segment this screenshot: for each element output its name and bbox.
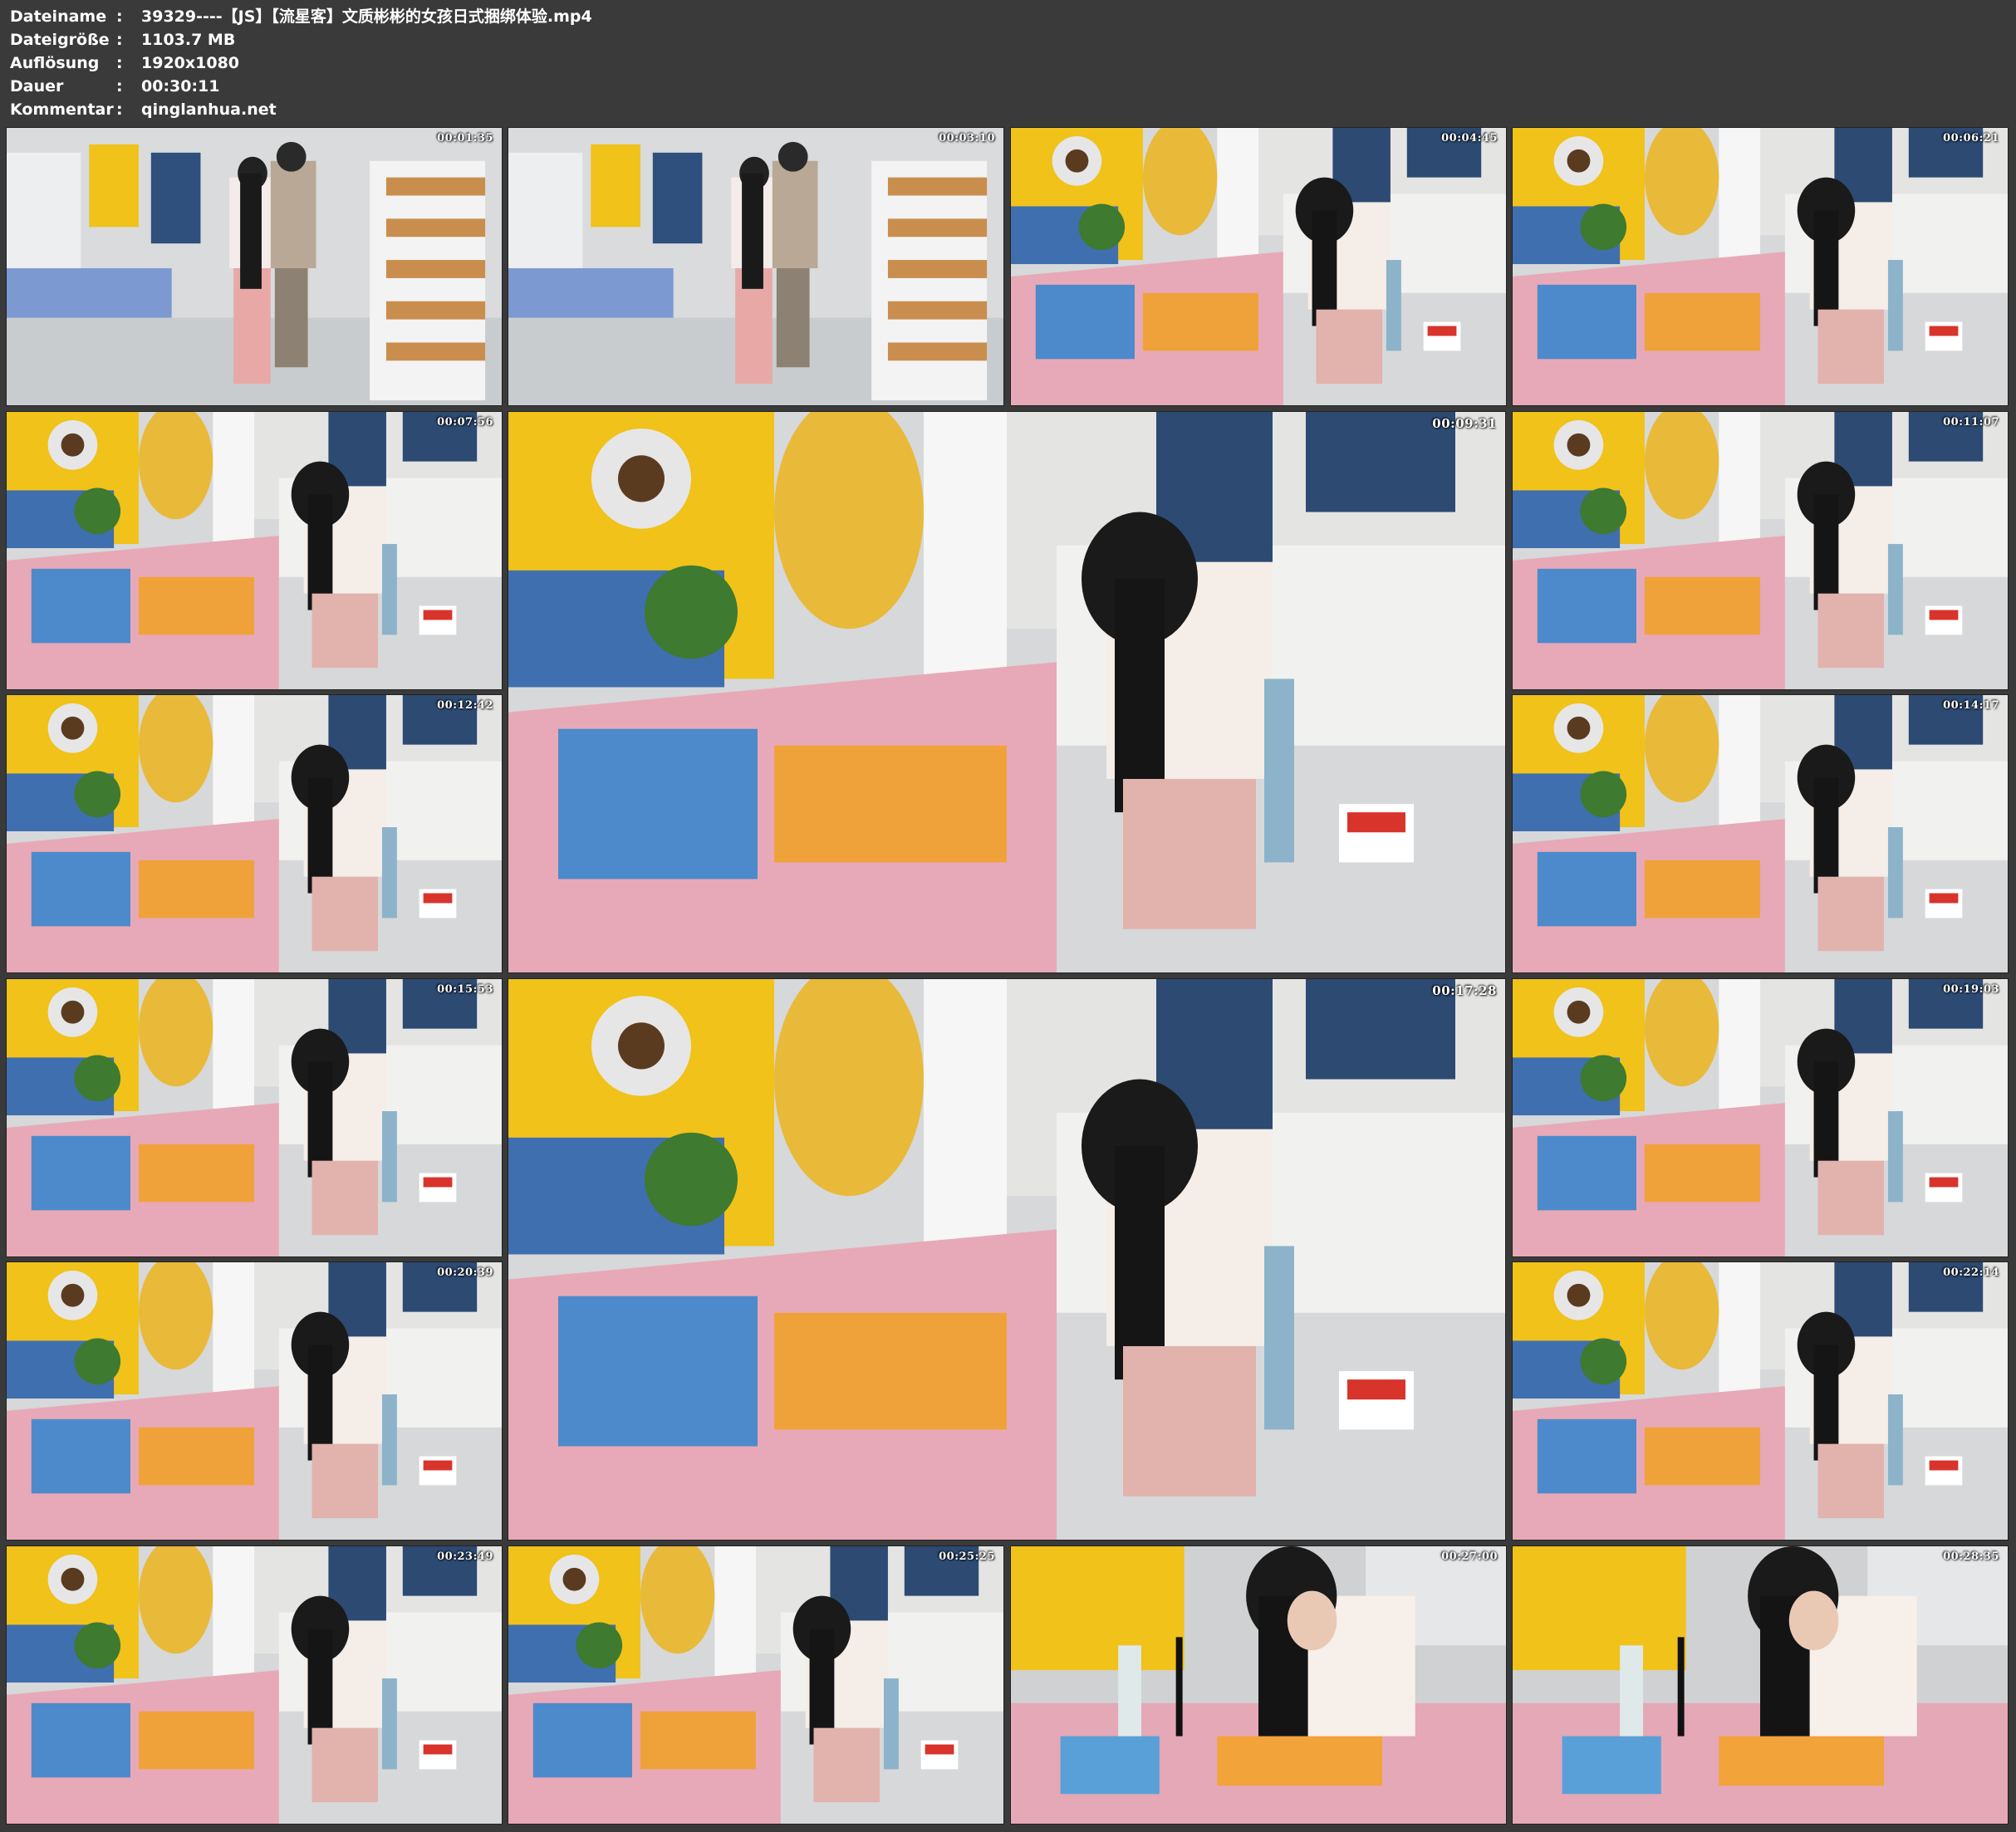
thumbnail-timestamp: 00:28:35 bbox=[1943, 1550, 1999, 1563]
thumbnail-timestamp: 00:15:53 bbox=[437, 983, 493, 996]
thumbnail-frame-image bbox=[7, 1546, 502, 1824]
thumbnail-timestamp: 00:12:42 bbox=[437, 699, 493, 712]
thumbnail-frame-image bbox=[1011, 128, 1506, 405]
thumbnail-timestamp: 00:25:25 bbox=[939, 1550, 995, 1563]
video-thumbnail: 00:07:56 bbox=[6, 411, 503, 690]
video-thumbnail: 00:12:42 bbox=[6, 694, 503, 973]
thumbnail-frame-image bbox=[7, 1262, 502, 1540]
thumbnail-frame-image bbox=[508, 412, 1505, 972]
thumbnail-frame-image bbox=[1513, 412, 2008, 689]
thumbnail-timestamp: 00:04:45 bbox=[1441, 132, 1498, 145]
thumbnail-frame-image bbox=[7, 128, 502, 405]
video-thumbnail: 00:27:00 bbox=[1010, 1545, 1507, 1825]
thumbnail-timestamp: 00:17:28 bbox=[1432, 983, 1497, 998]
thumbnail-timestamp: 00:19:03 bbox=[1943, 983, 1999, 996]
thumbnail-frame-image bbox=[1011, 1546, 1506, 1824]
thumbnail-timestamp: 00:11:07 bbox=[1943, 416, 1999, 429]
thumbnail-timestamp: 00:14:17 bbox=[1943, 699, 1999, 712]
thumbnail-timestamp: 00:07:56 bbox=[437, 416, 493, 429]
thumbnail-timestamp: 00:01:35 bbox=[437, 132, 493, 145]
thumbnail-frame-image bbox=[7, 695, 502, 972]
video-thumbnail: 00:11:07 bbox=[1512, 411, 2009, 690]
video-thumbnail: 00:20:39 bbox=[6, 1261, 503, 1541]
video-thumbnail: 00:03:10 bbox=[508, 127, 1004, 406]
thumbnail-timestamp: 00:06:21 bbox=[1943, 132, 1999, 145]
thumbnail-frame-image bbox=[1513, 979, 2008, 1256]
thumbnail-frame-image bbox=[1513, 695, 2008, 972]
thumbnail-timestamp: 00:22:14 bbox=[1943, 1266, 1999, 1279]
video-thumbnail: 00:17:28 bbox=[508, 978, 1506, 1541]
thumbnail-frame-image bbox=[7, 979, 502, 1256]
thumbnail-frame-image bbox=[1513, 1262, 2008, 1540]
video-thumbnail: 00:23:49 bbox=[6, 1545, 503, 1825]
thumbnail-frame-image bbox=[508, 979, 1505, 1540]
video-thumbnail: 00:01:35 bbox=[6, 127, 503, 406]
video-thumbnail: 00:25:25 bbox=[508, 1545, 1004, 1825]
video-thumbnail: 00:09:31 bbox=[508, 411, 1506, 973]
video-thumbnail: 00:28:35 bbox=[1512, 1545, 2009, 1825]
thumbnail-frame-image bbox=[1513, 1546, 2008, 1824]
thumbnail-timestamp: 00:03:10 bbox=[939, 132, 995, 145]
thumbnail-frame-image bbox=[508, 1546, 1003, 1824]
thumbnail-frame-image bbox=[7, 412, 502, 689]
video-thumbnail: 00:15:53 bbox=[6, 978, 503, 1257]
thumbnail-grid: 00:01:35 00:03:10 00:04:45 00:06:21 00:0… bbox=[0, 0, 2016, 1832]
video-thumbnail: 00:04:45 bbox=[1010, 127, 1507, 406]
video-thumbnail: 00:19:03 bbox=[1512, 978, 2009, 1257]
thumbnail-timestamp: 00:20:39 bbox=[437, 1266, 493, 1279]
thumbnail-timestamp: 00:09:31 bbox=[1432, 416, 1497, 431]
thumbnail-timestamp: 00:23:49 bbox=[437, 1550, 493, 1563]
thumbnail-frame-image bbox=[1513, 128, 2008, 405]
thumbnail-frame-image bbox=[508, 128, 1003, 405]
video-thumbnail: 00:22:14 bbox=[1512, 1261, 2009, 1541]
video-thumbnail: 00:14:17 bbox=[1512, 694, 2009, 973]
thumbnail-timestamp: 00:27:00 bbox=[1441, 1550, 1498, 1563]
video-thumbnail: 00:06:21 bbox=[1512, 127, 2009, 406]
